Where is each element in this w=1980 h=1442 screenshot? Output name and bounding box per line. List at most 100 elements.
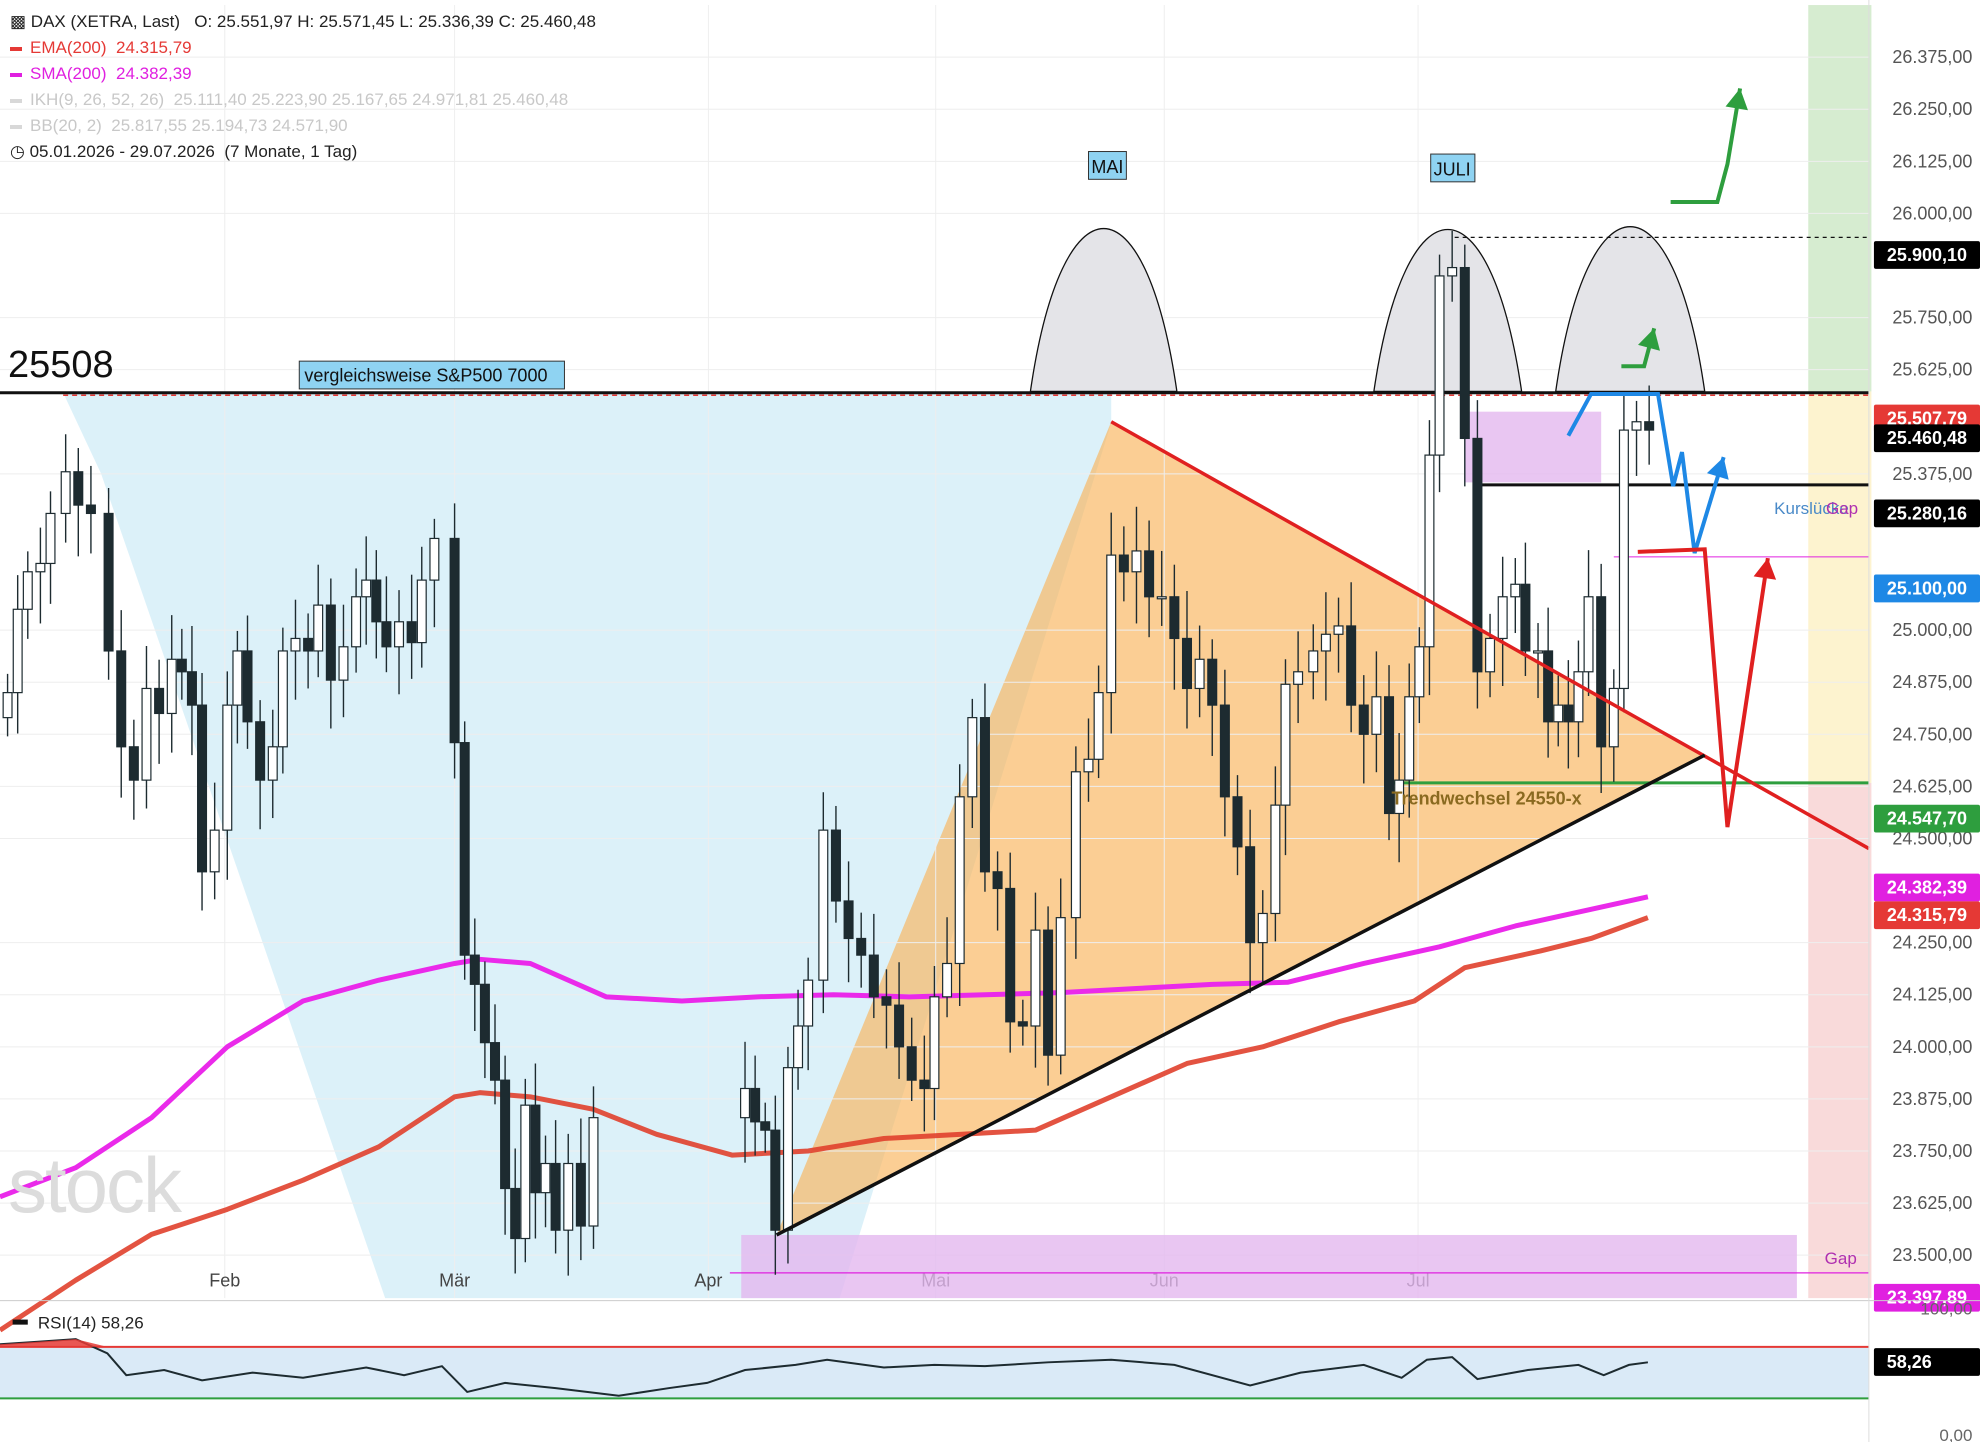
candle-body bbox=[1245, 846, 1256, 944]
trend-change-label: Trendwechsel 24550-x bbox=[1392, 788, 1582, 808]
ema-swatch bbox=[10, 46, 22, 51]
candle-body bbox=[1553, 704, 1564, 723]
level-label: 25508 bbox=[8, 344, 114, 386]
sma-legend: SMA(200) 24.382,39 bbox=[10, 64, 192, 84]
candle-body bbox=[381, 621, 392, 648]
candle-body bbox=[141, 687, 152, 781]
clock-icon: ◷ bbox=[10, 142, 25, 161]
candle-body bbox=[906, 1046, 917, 1081]
candle-body bbox=[1320, 633, 1331, 652]
ema-legend: EMA(200) 24.315,79 bbox=[10, 38, 192, 58]
candle-body bbox=[371, 579, 382, 623]
candle-body bbox=[1194, 658, 1205, 690]
candle-body bbox=[1424, 454, 1435, 648]
candle-body bbox=[222, 704, 233, 831]
rsi-tick-label: 0,00 bbox=[1939, 1426, 1972, 1442]
price-tag-label: 25.280,16 bbox=[1887, 503, 1967, 523]
candle-body bbox=[520, 1104, 531, 1240]
candle-body bbox=[186, 671, 197, 706]
candle-body bbox=[894, 1004, 905, 1048]
ikh-legend: IKH(9, 26, 52, 26) 25.111,40 25.223,90 2… bbox=[10, 90, 568, 110]
candle-body bbox=[1219, 704, 1230, 798]
candle-body bbox=[1308, 650, 1319, 673]
y-tick-label: 23.875,00 bbox=[1892, 1089, 1972, 1109]
red-arrow bbox=[1637, 547, 1770, 828]
candle-body bbox=[290, 637, 301, 652]
candle-body bbox=[351, 596, 362, 648]
y-tick-label: 24.250,00 bbox=[1892, 933, 1972, 953]
candle-body bbox=[1270, 804, 1281, 915]
candle-body bbox=[489, 1042, 501, 1081]
candle-body bbox=[1030, 929, 1041, 1027]
bb-swatch bbox=[10, 124, 22, 129]
date-range-note: (7 Monate, 1 Tag) bbox=[224, 142, 358, 161]
candle-body bbox=[209, 829, 220, 873]
july-label: JULI bbox=[1434, 160, 1471, 180]
instrument-name: DAX (XETRA, Last) bbox=[30, 12, 181, 31]
candle-body bbox=[843, 900, 854, 940]
candle-body bbox=[818, 829, 829, 981]
candle-body bbox=[510, 1187, 521, 1240]
candle-body bbox=[750, 1087, 761, 1123]
candles-icon: ▩ bbox=[10, 12, 27, 31]
candle-body bbox=[1346, 625, 1357, 706]
candle-body bbox=[967, 717, 978, 798]
y-tick-label: 24.000,00 bbox=[1892, 1037, 1972, 1057]
candle-body bbox=[540, 1162, 551, 1194]
price-tag-label: 25.460,48 bbox=[1887, 428, 1967, 448]
green-arrow-top-head bbox=[1725, 88, 1748, 111]
price-tag-label: 25.100,00 bbox=[1887, 578, 1967, 598]
candle-body bbox=[760, 1121, 771, 1131]
candle-body bbox=[954, 796, 965, 965]
candle-body bbox=[550, 1162, 561, 1231]
candle-body bbox=[942, 962, 953, 998]
instrument-header: ▩ DAX (XETRA, Last) O: 25.551,97 H: 25.5… bbox=[10, 12, 596, 32]
candle-body bbox=[1043, 929, 1054, 1056]
blue-arrow-head bbox=[1706, 457, 1729, 480]
candle-body bbox=[416, 579, 427, 644]
yellow-zone bbox=[1808, 391, 1872, 783]
candle-body bbox=[1257, 912, 1268, 944]
candle-body bbox=[1618, 429, 1629, 690]
gap-label-bottom: Gap bbox=[1825, 1249, 1857, 1268]
candle-body bbox=[979, 717, 990, 873]
candle-body bbox=[881, 996, 892, 1006]
y-tick-label: 26.250,00 bbox=[1892, 99, 1972, 119]
y-tick-label: 23.625,00 bbox=[1892, 1193, 1972, 1213]
candle-body bbox=[154, 687, 165, 715]
may-label: MAI bbox=[1091, 157, 1123, 177]
dax-chart: 26.375,00 26.250,00 26.125,00 26.000,00 25.7… bbox=[0, 0, 1980, 1442]
candle-body bbox=[176, 658, 187, 673]
candle-body bbox=[1070, 771, 1081, 919]
x-tick-label: Apr bbox=[694, 1271, 722, 1291]
candle-body bbox=[267, 746, 278, 781]
candle-body bbox=[1563, 704, 1574, 723]
candle-body bbox=[73, 471, 84, 506]
candle-body bbox=[116, 650, 127, 748]
date-range: ◷ 05.01.2026 - 29.07.2026 (7 Monate, 1 T… bbox=[10, 142, 357, 162]
rsi-band bbox=[0, 1346, 1869, 1399]
ikh-values: 25.111,40 25.223,90 25.167,65 24.971,81 … bbox=[173, 90, 569, 109]
candle-body bbox=[1447, 266, 1458, 277]
candle-body bbox=[1497, 596, 1508, 640]
candle-body bbox=[1644, 421, 1655, 431]
candle-body bbox=[1459, 266, 1470, 440]
sma-swatch bbox=[10, 72, 22, 77]
candle-body bbox=[1005, 887, 1016, 1023]
gap-box-top bbox=[1464, 411, 1602, 483]
candle-body bbox=[770, 1129, 781, 1231]
candle-body bbox=[868, 954, 879, 998]
bb-legend: BB(20, 2) 25.817,55 25.194,73 24.571,90 bbox=[10, 116, 348, 136]
candle-body bbox=[255, 721, 266, 781]
candle-body bbox=[1608, 687, 1619, 748]
candle-body bbox=[338, 646, 349, 681]
candle-body bbox=[429, 537, 440, 581]
may-dome bbox=[1029, 228, 1178, 393]
rsi-legend: RSI(14) 58,26 bbox=[38, 1313, 144, 1332]
candle-body bbox=[1017, 1021, 1028, 1027]
july-dome bbox=[1373, 229, 1523, 393]
candle-body bbox=[575, 1162, 586, 1227]
price-tag-label: 25.900,10 bbox=[1887, 245, 1967, 265]
candle-body bbox=[1631, 421, 1642, 431]
candle-body bbox=[563, 1162, 574, 1231]
